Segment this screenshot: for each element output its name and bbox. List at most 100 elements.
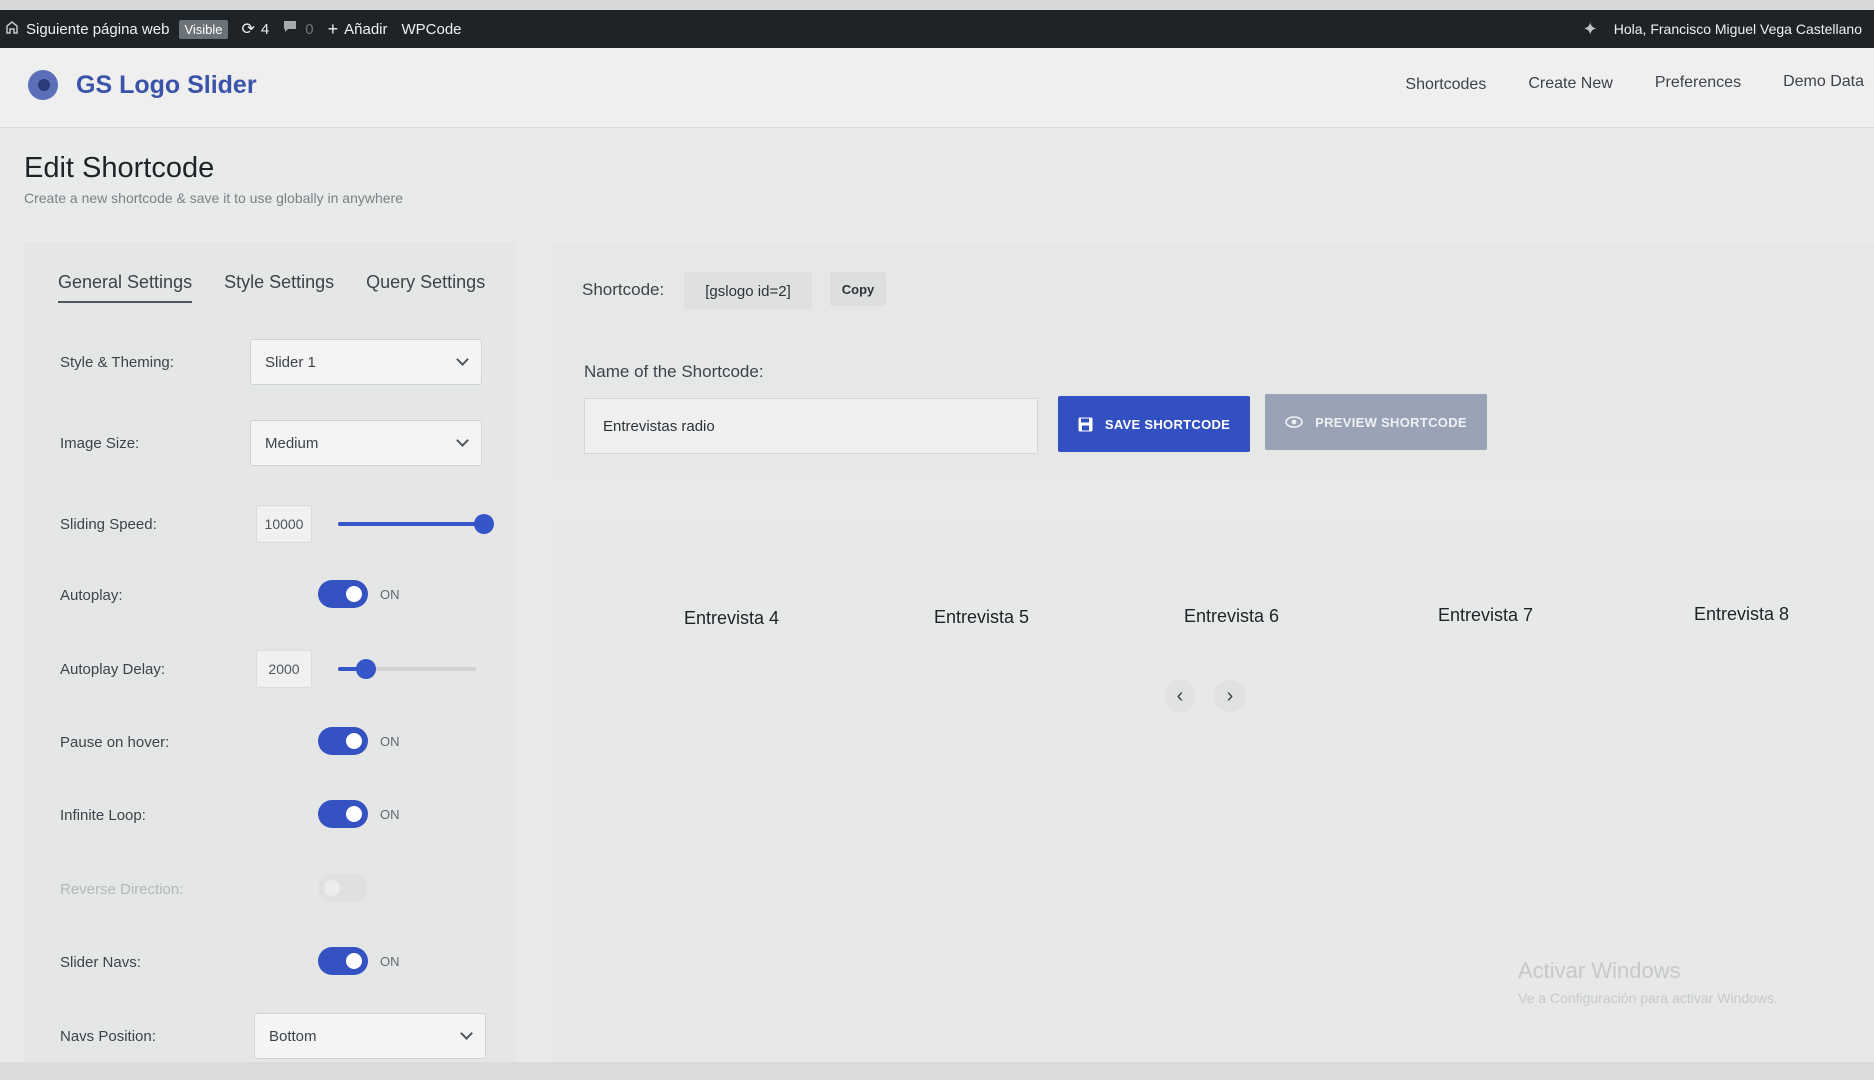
comment-icon <box>283 20 297 38</box>
comments-link[interactable]: 0 <box>283 20 314 38</box>
chevron-down-icon <box>456 353 469 366</box>
settings-tabs: General Settings Style Settings Query Se… <box>58 272 485 303</box>
refresh-icon: ⟳ <box>241 21 255 38</box>
navs-position-row: Navs Position: Bottom <box>60 1012 500 1060</box>
watermark-title: Activar Windows <box>1518 958 1681 983</box>
updates-count: 4 <box>260 20 270 38</box>
comments-count: 0 <box>305 20 314 38</box>
infinite-loop-state: ON <box>380 806 400 822</box>
slider-fill <box>338 522 484 526</box>
tab-query-settings[interactable]: Query Settings <box>366 272 485 303</box>
nav-demo-data[interactable]: Demo Data <box>1783 73 1864 94</box>
infinite-loop-toggle-wrap: ON <box>318 800 400 828</box>
autoplay-label: Autoplay: <box>60 586 123 604</box>
floppy-disk-icon <box>1078 417 1093 432</box>
page-subtitle: Create a new shortcode & save it to use … <box>24 190 403 206</box>
logo-item: Entrevista 4 <box>684 608 780 628</box>
nav-preferences[interactable]: Preferences <box>1655 74 1741 94</box>
activation-watermark: Activar Windows Ve a Configuración para … <box>1518 958 1778 1006</box>
slider-next-button[interactable]: › <box>1214 680 1246 712</box>
home-icon <box>6 20 18 38</box>
navs-position-value: Bottom <box>269 1027 317 1045</box>
eye-icon <box>1285 416 1303 428</box>
style-theming-select[interactable]: Slider 1 <box>250 339 482 385</box>
autoplay-row: Autoplay: <box>60 571 500 619</box>
sliding-speed-slider[interactable] <box>338 514 494 534</box>
autoplay-toggle-wrap: ON <box>318 580 400 608</box>
style-theming-row: Style & Theming: Slider 1 <box>60 338 500 386</box>
add-new-link[interactable]: + Añadir <box>328 19 388 40</box>
preview-shortcode-label: PREVIEW SHORTCODE <box>1315 414 1467 430</box>
greeting: Hola, Francisco Miguel Vega Castellano <box>1613 21 1862 37</box>
autoplay-delay-input[interactable]: 2000 <box>256 650 312 688</box>
slider-navs-toggle-wrap: ON <box>318 947 400 975</box>
reverse-direction-toggle[interactable] <box>318 874 368 902</box>
image-size-label: Image Size: <box>60 434 140 452</box>
admin-bar: Siguiente página web Visible ⟳ 4 0 + Aña… <box>0 10 1874 48</box>
logo-item: Entrevista 5 <box>934 607 1030 627</box>
nav-create-new[interactable]: Create New <box>1528 75 1612 94</box>
site-link[interactable]: Siguiente página web Visible <box>6 19 228 39</box>
pause-on-hover-label: Pause on hover: <box>60 733 170 751</box>
preview-shortcode-button[interactable]: PREVIEW SHORTCODE <box>1265 394 1487 450</box>
image-size-select[interactable]: Medium <box>250 420 482 466</box>
shortcode-name-label: Name of the Shortcode: <box>584 362 764 381</box>
plugin-title: GS Logo Slider <box>76 70 257 99</box>
pause-on-hover-toggle-wrap: ON <box>318 727 400 755</box>
plugin-logo-icon <box>28 70 58 100</box>
pause-on-hover-state: ON <box>380 733 400 749</box>
site-name: Siguiente página web <box>26 20 170 38</box>
brand: GS Logo Slider <box>28 70 257 100</box>
plus-icon: + <box>327 18 339 39</box>
shortcode-label: Shortcode: <box>582 280 665 299</box>
logo-item: Entrevista 7 <box>1438 605 1534 625</box>
wpcode-label: WPCode <box>401 20 462 38</box>
slider-navs-state: ON <box>380 953 400 969</box>
sliding-speed-label: Sliding Speed: <box>60 515 157 533</box>
pause-on-hover-row: Pause on hover: <box>60 718 500 766</box>
settings-panel: General Settings Style Settings Query Se… <box>24 242 516 1080</box>
top-strip <box>0 0 1874 10</box>
slider-navs-label: Slider Navs: <box>60 953 141 971</box>
copy-button[interactable]: Copy <box>830 272 886 306</box>
tab-general-settings[interactable]: General Settings <box>58 272 193 303</box>
autoplay-delay-label: Autoplay Delay: <box>60 660 166 678</box>
slider-handle[interactable] <box>474 514 494 534</box>
visible-badge: Visible <box>179 19 228 39</box>
infinite-loop-row: Infinite Loop: <box>60 791 500 839</box>
taskbar <box>0 1062 1874 1080</box>
slider-handle[interactable] <box>355 659 376 679</box>
infinite-loop-toggle[interactable] <box>318 800 368 828</box>
sliding-speed-input[interactable]: 10000 <box>256 505 312 543</box>
pause-on-hover-toggle[interactable] <box>318 727 368 755</box>
account-menu[interactable]: ✦ Hola, Francisco Miguel Vega Castellano <box>1583 10 1862 48</box>
shortcode-panel: Shortcode: [gslogo id=2] Copy Name of th… <box>552 242 1874 480</box>
slider-navs-row: Slider Navs: <box>60 938 500 986</box>
save-shortcode-label: SAVE SHORTCODE <box>1104 416 1231 432</box>
sparkle-icon: ✦ <box>1582 18 1598 39</box>
style-theming-label: Style & Theming: <box>60 353 174 371</box>
logo-item: Entrevista 8 <box>1694 604 1790 624</box>
autoplay-toggle[interactable] <box>318 580 368 608</box>
navs-position-label: Navs Position: <box>60 1027 156 1045</box>
add-new-label: Añadir <box>344 20 388 38</box>
image-size-value: Medium <box>265 434 319 452</box>
save-shortcode-button[interactable]: SAVE SHORTCODE <box>1058 396 1250 452</box>
navs-position-select[interactable]: Bottom <box>254 1013 486 1059</box>
wpcode-link[interactable]: WPCode <box>401 21 461 38</box>
tab-style-settings[interactable]: Style Settings <box>224 272 334 303</box>
reverse-direction-toggle-wrap <box>318 874 368 902</box>
reverse-direction-label: Reverse Direction: <box>60 880 184 898</box>
shortcode-name-input[interactable]: Entrevistas radio <box>584 398 1038 454</box>
watermark-subtitle: Ve a Configuración para activar Windows. <box>1518 990 1778 1006</box>
page-title: Edit Shortcode <box>24 152 215 184</box>
autoplay-delay-slider[interactable] <box>338 659 476 679</box>
slider-navs-toggle[interactable] <box>318 947 368 975</box>
sliding-speed-row: Sliding Speed: 10000 <box>60 500 500 548</box>
slider-prev-button[interactable]: ‹ <box>1164 680 1196 712</box>
reverse-direction-row: Reverse Direction: <box>60 865 500 913</box>
updates-link[interactable]: ⟳ 4 <box>242 19 270 39</box>
style-theming-value: Slider 1 <box>265 353 316 371</box>
shortcode-code[interactable]: [gslogo id=2] <box>684 272 812 310</box>
nav-shortcodes[interactable]: Shortcodes <box>1405 76 1486 94</box>
